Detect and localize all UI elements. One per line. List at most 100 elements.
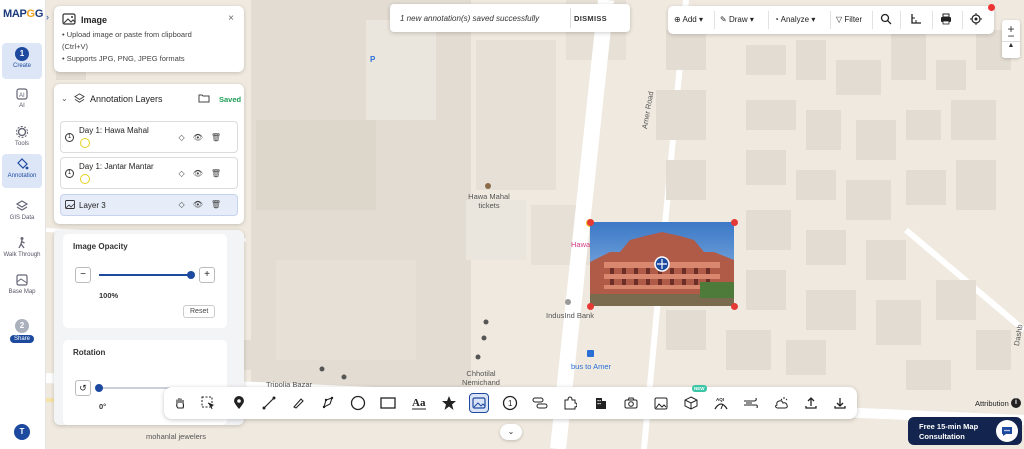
- rail-item-share[interactable]: 2 Share: [2, 315, 42, 351]
- bus-label: bus to Amer: [570, 362, 612, 371]
- opacity-slider-track[interactable]: [99, 274, 191, 276]
- placed-image-annotation[interactable]: [590, 222, 734, 306]
- rotate-left-icon[interactable]: ↺: [75, 380, 91, 396]
- rail-item-base-map[interactable]: Base Map: [2, 270, 42, 304]
- measure-icon[interactable]: [910, 13, 922, 25]
- opacity-increase-button[interactable]: +: [199, 267, 215, 283]
- rectangle-icon[interactable]: [378, 393, 398, 413]
- air-quality-icon[interactable]: AQI: [711, 393, 731, 413]
- resize-handle-bottom-left[interactable]: [587, 303, 594, 310]
- opacity-slider-knob[interactable]: [187, 271, 195, 279]
- building-icon[interactable]: [591, 393, 611, 413]
- route-icon[interactable]: [530, 393, 550, 413]
- rail-label-gis-data: GIS Data: [9, 215, 35, 221]
- trash-icon[interactable]: 🗑: [211, 169, 229, 178]
- resize-handle-bottom-right[interactable]: [731, 303, 738, 310]
- line-icon[interactable]: [259, 393, 279, 413]
- hawa-mahal-tickets-line2: tickets: [478, 201, 500, 210]
- zoom-out-button[interactable]: −: [1002, 30, 1020, 44]
- eye-icon[interactable]: 👁: [193, 169, 211, 178]
- weather-icon[interactable]: [771, 393, 791, 413]
- rail-item-walk-through[interactable]: Walk Through: [2, 233, 42, 267]
- select-icon[interactable]: [198, 393, 218, 413]
- toast-divider: [570, 8, 571, 28]
- wind-icon[interactable]: [741, 393, 761, 413]
- draw-menu-button[interactable]: ✎ Draw ▾: [720, 15, 754, 24]
- image-tool-icon[interactable]: [469, 393, 489, 413]
- text-icon[interactable]: Aa: [409, 393, 429, 413]
- plus-circle-icon: ⊕: [674, 15, 681, 24]
- upload-icon[interactable]: [801, 393, 821, 413]
- hawa-mahal-photo: [590, 222, 734, 306]
- layer-row-jantar-mantar[interactable]: 1 Day 1: Jantar Mantar ◇👁🗑: [60, 157, 238, 189]
- locate-icon[interactable]: ◇: [179, 200, 193, 209]
- rail-item-ai[interactable]: AI AI: [2, 84, 42, 118]
- brush-icon[interactable]: [288, 393, 308, 413]
- drawing-toolbar: Aa 1 NEW AQI: [164, 385, 857, 419]
- resize-handle-top-left[interactable]: [587, 219, 594, 226]
- opacity-decrease-button[interactable]: −: [75, 267, 91, 283]
- filter-button[interactable]: ▽ Filter: [836, 15, 862, 24]
- info-icon[interactable]: i: [1011, 398, 1021, 408]
- filter-label: Filter: [844, 15, 863, 24]
- rail-item-annotation[interactable]: Annotation: [2, 154, 42, 188]
- layer-actions: ◇👁🗑: [179, 169, 229, 178]
- eye-icon[interactable]: 👁: [193, 133, 211, 142]
- camera-icon[interactable]: [621, 393, 641, 413]
- user-avatar[interactable]: T: [14, 424, 30, 440]
- puzzle-icon[interactable]: [560, 393, 580, 413]
- locate-icon[interactable]: ◇: [179, 133, 193, 142]
- logo-tail: G: [34, 8, 44, 20]
- trash-icon[interactable]: 🗑: [211, 133, 229, 142]
- paste-hint: (Ctrl+V): [62, 42, 89, 51]
- chevron-down-icon[interactable]: ⌄: [61, 94, 68, 103]
- cube-icon[interactable]: [681, 393, 701, 413]
- chat-icon[interactable]: [996, 420, 1018, 442]
- consult-line2: Consultation: [919, 432, 965, 441]
- layers-title: Annotation Layers: [90, 94, 163, 104]
- attribution-link[interactable]: Attribution: [975, 399, 1009, 408]
- rail-label-ai: AI: [19, 103, 25, 109]
- chhotilal-label: Chhotilal Nemichand: [456, 369, 506, 387]
- locate-icon[interactable]: ◇: [179, 169, 193, 178]
- download-icon[interactable]: [830, 393, 850, 413]
- star-icon[interactable]: [439, 393, 459, 413]
- numbered-marker-icon[interactable]: 1: [500, 393, 520, 413]
- folder-icon[interactable]: [198, 93, 210, 103]
- reset-button[interactable]: Reset: [183, 305, 216, 318]
- rail-item-gis-data[interactable]: GIS Data: [2, 196, 42, 230]
- layer-number-badge: 1: [65, 169, 74, 178]
- locate-me-icon[interactable]: [970, 13, 982, 25]
- print-icon[interactable]: [940, 13, 952, 25]
- toolbar-divider: [962, 11, 963, 29]
- rail-item-tools[interactable]: Tools: [2, 122, 42, 156]
- photo-icon[interactable]: [651, 393, 671, 413]
- consultation-button[interactable]: Free 15-min Map Consultation: [908, 417, 1022, 445]
- opacity-value: 100%: [99, 291, 119, 300]
- resize-handle-top-right[interactable]: [731, 219, 738, 226]
- circle-icon[interactable]: [348, 393, 368, 413]
- chevron-down-icon[interactable]: ⌄: [500, 424, 522, 440]
- polygon-icon[interactable]: [318, 393, 338, 413]
- pan-hand-icon[interactable]: [170, 393, 190, 413]
- eye-icon[interactable]: 👁: [193, 200, 211, 209]
- map-pin-icon[interactable]: [229, 393, 249, 413]
- layer-row-layer-3[interactable]: Layer 3 ◇👁🗑: [60, 194, 238, 216]
- rail-item-create[interactable]: 1 Create: [2, 43, 42, 79]
- layers-header[interactable]: ⌄ Annotation Layers Saved: [54, 84, 244, 114]
- collapse-sidebar-chevron-icon[interactable]: ›: [46, 12, 49, 22]
- search-icon[interactable]: [880, 13, 892, 25]
- hawa-mahal-tickets-label: Hawa Mahal tickets: [462, 192, 516, 210]
- svg-text:AQI: AQI: [716, 397, 724, 402]
- dismiss-button[interactable]: DISMISS: [574, 14, 607, 23]
- toolbar-divider: [872, 11, 873, 29]
- layer-row-hawa-mahal[interactable]: 1 Day 1: Hawa Mahal ◇👁🗑: [60, 121, 238, 153]
- layer-name: Layer 3: [79, 201, 106, 210]
- svg-text:1: 1: [508, 399, 513, 408]
- close-icon[interactable]: ×: [228, 13, 234, 24]
- trash-icon[interactable]: 🗑: [211, 200, 229, 209]
- analyze-menu-button[interactable]: ◔ Analyze ▾: [774, 15, 815, 24]
- toolbar-divider: [830, 11, 831, 29]
- rotation-slider-knob[interactable]: [95, 384, 103, 392]
- add-menu-button[interactable]: ⊕ Add ▾: [674, 15, 703, 24]
